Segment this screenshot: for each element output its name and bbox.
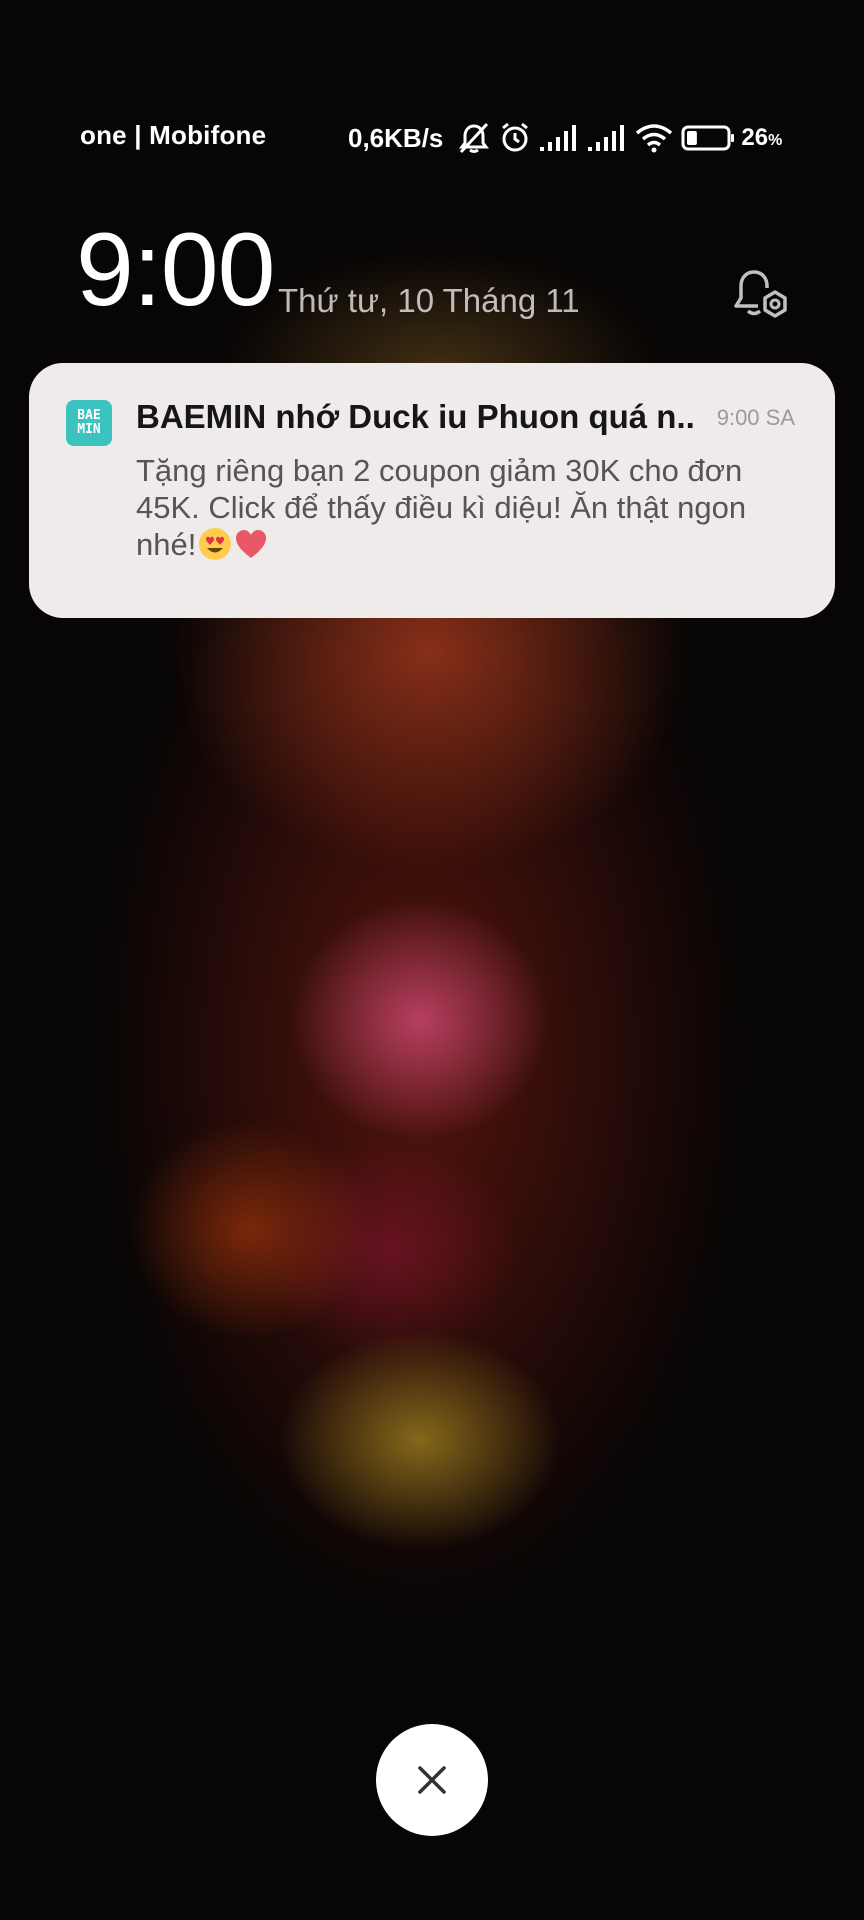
lockscreen-date: Thứ tư, 10 Tháng 11 xyxy=(278,282,580,319)
close-icon xyxy=(418,1766,446,1794)
red-heart-emoji xyxy=(236,530,267,558)
heart-eyes-emoji xyxy=(199,528,232,560)
notification-body: Tặng riêng bạn 2 coupon giảm 30K cho đơn… xyxy=(136,452,796,563)
signal-2-icon xyxy=(587,124,627,152)
signal-1-icon xyxy=(539,124,579,152)
notification-card[interactable]: BAE MIN BAEMIN nhớ Duck iu Phuon quá n..… xyxy=(29,363,835,618)
bell-muted-icon xyxy=(457,122,491,154)
dismiss-button[interactable] xyxy=(376,1724,488,1836)
alarm-icon xyxy=(499,122,531,154)
battery-percentage: 26% xyxy=(741,124,783,151)
notification-settings-icon[interactable] xyxy=(732,266,792,322)
carrier-name: one | Mobifone xyxy=(80,120,267,150)
network-speed: 0,6KB/s xyxy=(348,122,444,153)
status-icons: 0,6KB/s 26% xyxy=(348,118,782,158)
status-bar: one | Mobifone 0,6KB/s 26% xyxy=(0,118,864,158)
notification-title: BAEMIN nhớ Duck iu Phuon quá n.. xyxy=(136,398,695,435)
lock-screen: one | Mobifone 0,6KB/s 26% 9:00 Thứ tư, … xyxy=(0,0,864,1920)
lockscreen-clock: 9:00 xyxy=(76,212,275,328)
app-icon-text-top: BAE xyxy=(77,408,101,423)
baemin-app-icon: BAE MIN xyxy=(66,400,112,446)
notification-time: 9:00 SA xyxy=(716,405,795,430)
battery-icon xyxy=(681,124,735,152)
app-icon-text-bottom: MIN xyxy=(77,422,101,437)
wifi-icon xyxy=(635,123,673,153)
